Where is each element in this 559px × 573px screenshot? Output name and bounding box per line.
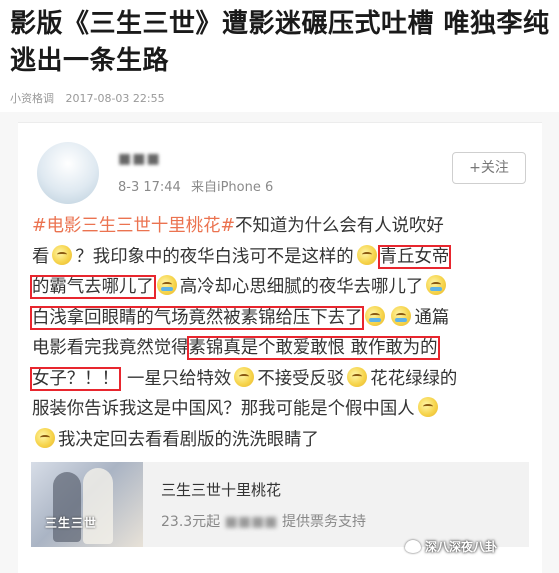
post-line: #电影三生三世十里桃花#不知道为什么会有人说吹好 xyxy=(32,211,552,242)
emoji-laugh-icon xyxy=(391,305,412,326)
highlighted-text: 青丘女帝 xyxy=(377,244,452,269)
emoji-smile-icon xyxy=(234,366,255,387)
film-poster: 三生三世 xyxy=(31,462,143,547)
post-card: ■■■ 8-3 17:44 来自iPhone 6 +关注 #电影三生三世十里桃花… xyxy=(0,112,559,573)
post-line: 我决定回去看看剧版的洗洗眼睛了 xyxy=(32,425,552,456)
post-text: 电影看完我竟然觉得 xyxy=(32,338,189,358)
provider-suffix: 提供票务支持 xyxy=(282,514,366,530)
emoji-smile-icon xyxy=(347,366,368,387)
poster-figure xyxy=(83,468,113,544)
post-body: #电影三生三世十里桃花#不知道为什么会有人说吹好 看 ？我印象中的夜华白浅可不是这… xyxy=(29,211,552,456)
post-text: 看 xyxy=(32,246,50,267)
watermark: 深八深夜八卦 xyxy=(405,538,497,555)
emoji-smile-icon xyxy=(417,397,438,417)
post-line: 的霸气去哪儿了 高冷却心思细腻的夜华去哪儿了 xyxy=(30,272,552,303)
highlighted-text: 素锦真是个敢爱敢恨 敢作敢为的 xyxy=(186,336,440,360)
poster-caption: 三生三世 xyxy=(45,516,98,530)
avatar[interactable] xyxy=(37,142,99,204)
article-source[interactable]: 小资格调 xyxy=(10,92,54,105)
post-line: 电影看完我竟然觉得素锦真是个敢爱敢恨 敢作敢为的 xyxy=(32,333,552,364)
post-text: 服装你告诉我这是中国风？那我可能是个假中国人 xyxy=(32,399,415,419)
ticket-provider: ■■■■ xyxy=(224,514,278,530)
post-time: 8-3 17:44 xyxy=(118,180,181,195)
highlighted-text: 的霸气去哪儿了 xyxy=(30,275,156,299)
highlighted-text: 白浅拿回眼睛的气场竟然被素锦给压下去了 xyxy=(29,305,365,330)
article-title: 影版《三生三世》遭影迷碾压式吐槽 唯独李纯逃出一条生路 xyxy=(10,9,550,76)
post-device: 来自iPhone 6 xyxy=(190,180,274,195)
film-card[interactable]: 三生三世 三生三世十里桃花 23.3元起 ■■■■ 提供票务支持 xyxy=(31,462,529,547)
film-price: 23.3元起 xyxy=(161,514,221,530)
post-text: 一星只给特效 xyxy=(126,368,232,389)
wechat-icon xyxy=(405,540,421,553)
post-text: 不知道为什么会有人说吹好 xyxy=(235,216,444,236)
emoji-smile-icon xyxy=(35,427,55,448)
post-text: 通篇 xyxy=(414,307,450,328)
emoji-laugh-icon xyxy=(156,275,177,295)
post-meta: 8-3 17:44 来自iPhone 6 xyxy=(118,176,273,195)
post-text: 不接受反驳 xyxy=(257,368,345,389)
post-line: 看 ？我印象中的夜华白浅可不是这样的 青丘女帝 xyxy=(32,242,552,273)
article-date: 2017-08-03 22:55 xyxy=(65,92,165,105)
emoji-laugh-icon xyxy=(365,305,386,326)
watermark-text: 深八深夜八卦 xyxy=(425,540,498,554)
post-line: 女子？！！ 一星只给特效 不接受反驳 花花绿绿的 xyxy=(30,364,552,395)
emoji-smile-icon xyxy=(356,244,377,265)
film-title: 三生三世十里桃花 xyxy=(161,481,282,499)
highlighted-text: 女子？！！ xyxy=(30,366,121,391)
emoji-laugh-icon xyxy=(426,275,447,295)
film-price-line: 23.3元起 ■■■■ 提供票务支持 xyxy=(161,511,366,531)
weibo-post: ■■■ 8-3 17:44 来自iPhone 6 +关注 #电影三生三世十里桃花… xyxy=(18,122,542,573)
post-text: ？我印象中的夜华白浅可不是这样的 xyxy=(75,246,354,267)
post-text: 高冷却心思细腻的夜华去哪儿了 xyxy=(179,277,424,297)
post-text: 我决定回去看看剧版的洗洗眼睛了 xyxy=(58,429,319,450)
post-line: 白浅拿回眼睛的气场竟然被素锦给压下去了 通篇 xyxy=(29,303,552,334)
emoji-smile-icon xyxy=(52,244,73,265)
hashtag-link[interactable]: #电影三生三世十里桃花# xyxy=(32,216,235,236)
poster-figure xyxy=(53,472,81,542)
username[interactable]: ■■■ xyxy=(118,151,161,167)
article-meta: 小资格调 2017-08-03 22:55 xyxy=(10,90,165,106)
follow-button[interactable]: +关注 xyxy=(452,152,526,184)
post-text: 花花绿绿的 xyxy=(370,368,458,389)
post-line: 服装你告诉我这是中国风？那我可能是个假中国人 xyxy=(32,394,552,425)
